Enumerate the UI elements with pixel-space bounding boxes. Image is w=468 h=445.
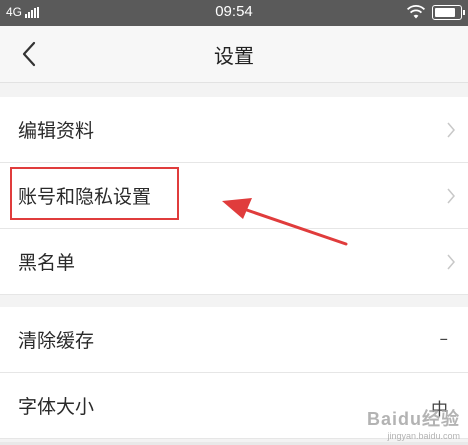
settings-screen: 4G 09:54 设置 编辑资料 账号和隐私设置 黑名单 清除缓存 – 字体大小… [0, 0, 468, 445]
status-bar: 4G 09:54 [0, 0, 468, 26]
page-title: 设置 [214, 44, 254, 68]
edit-profile-row[interactable]: 编辑资料 [0, 97, 468, 163]
blacklist-row[interactable]: 黑名单 [0, 229, 468, 295]
wifi-icon [406, 5, 426, 19]
clock: 09:54 [215, 3, 253, 20]
font-size-label: 字体大小 [18, 396, 95, 418]
chevron-right-icon [447, 122, 455, 138]
battery-icon [432, 4, 465, 20]
general-settings-group: 清除缓存 – 字体大小 中 [0, 307, 468, 439]
account-privacy-row[interactable]: 账号和隐私设置 [0, 163, 468, 229]
font-size-value: 中 [431, 400, 448, 420]
status-icons [406, 4, 465, 20]
blacklist-label: 黑名单 [18, 252, 76, 274]
nav-header: 设置 [0, 26, 468, 83]
font-size-row[interactable]: 字体大小 中 [0, 373, 468, 439]
clear-cache-label: 清除缓存 [18, 330, 95, 352]
account-settings-group: 编辑资料 账号和隐私设置 黑名单 [0, 97, 468, 295]
chevron-right-icon [447, 188, 455, 204]
account-privacy-label: 账号和隐私设置 [18, 186, 152, 208]
chevron-right-icon [447, 254, 455, 270]
battery-level-fill [435, 7, 455, 17]
edit-profile-label: 编辑资料 [18, 120, 95, 142]
clear-cache-row[interactable]: 清除缓存 – [0, 307, 468, 373]
cache-size-value: – [439, 329, 449, 349]
